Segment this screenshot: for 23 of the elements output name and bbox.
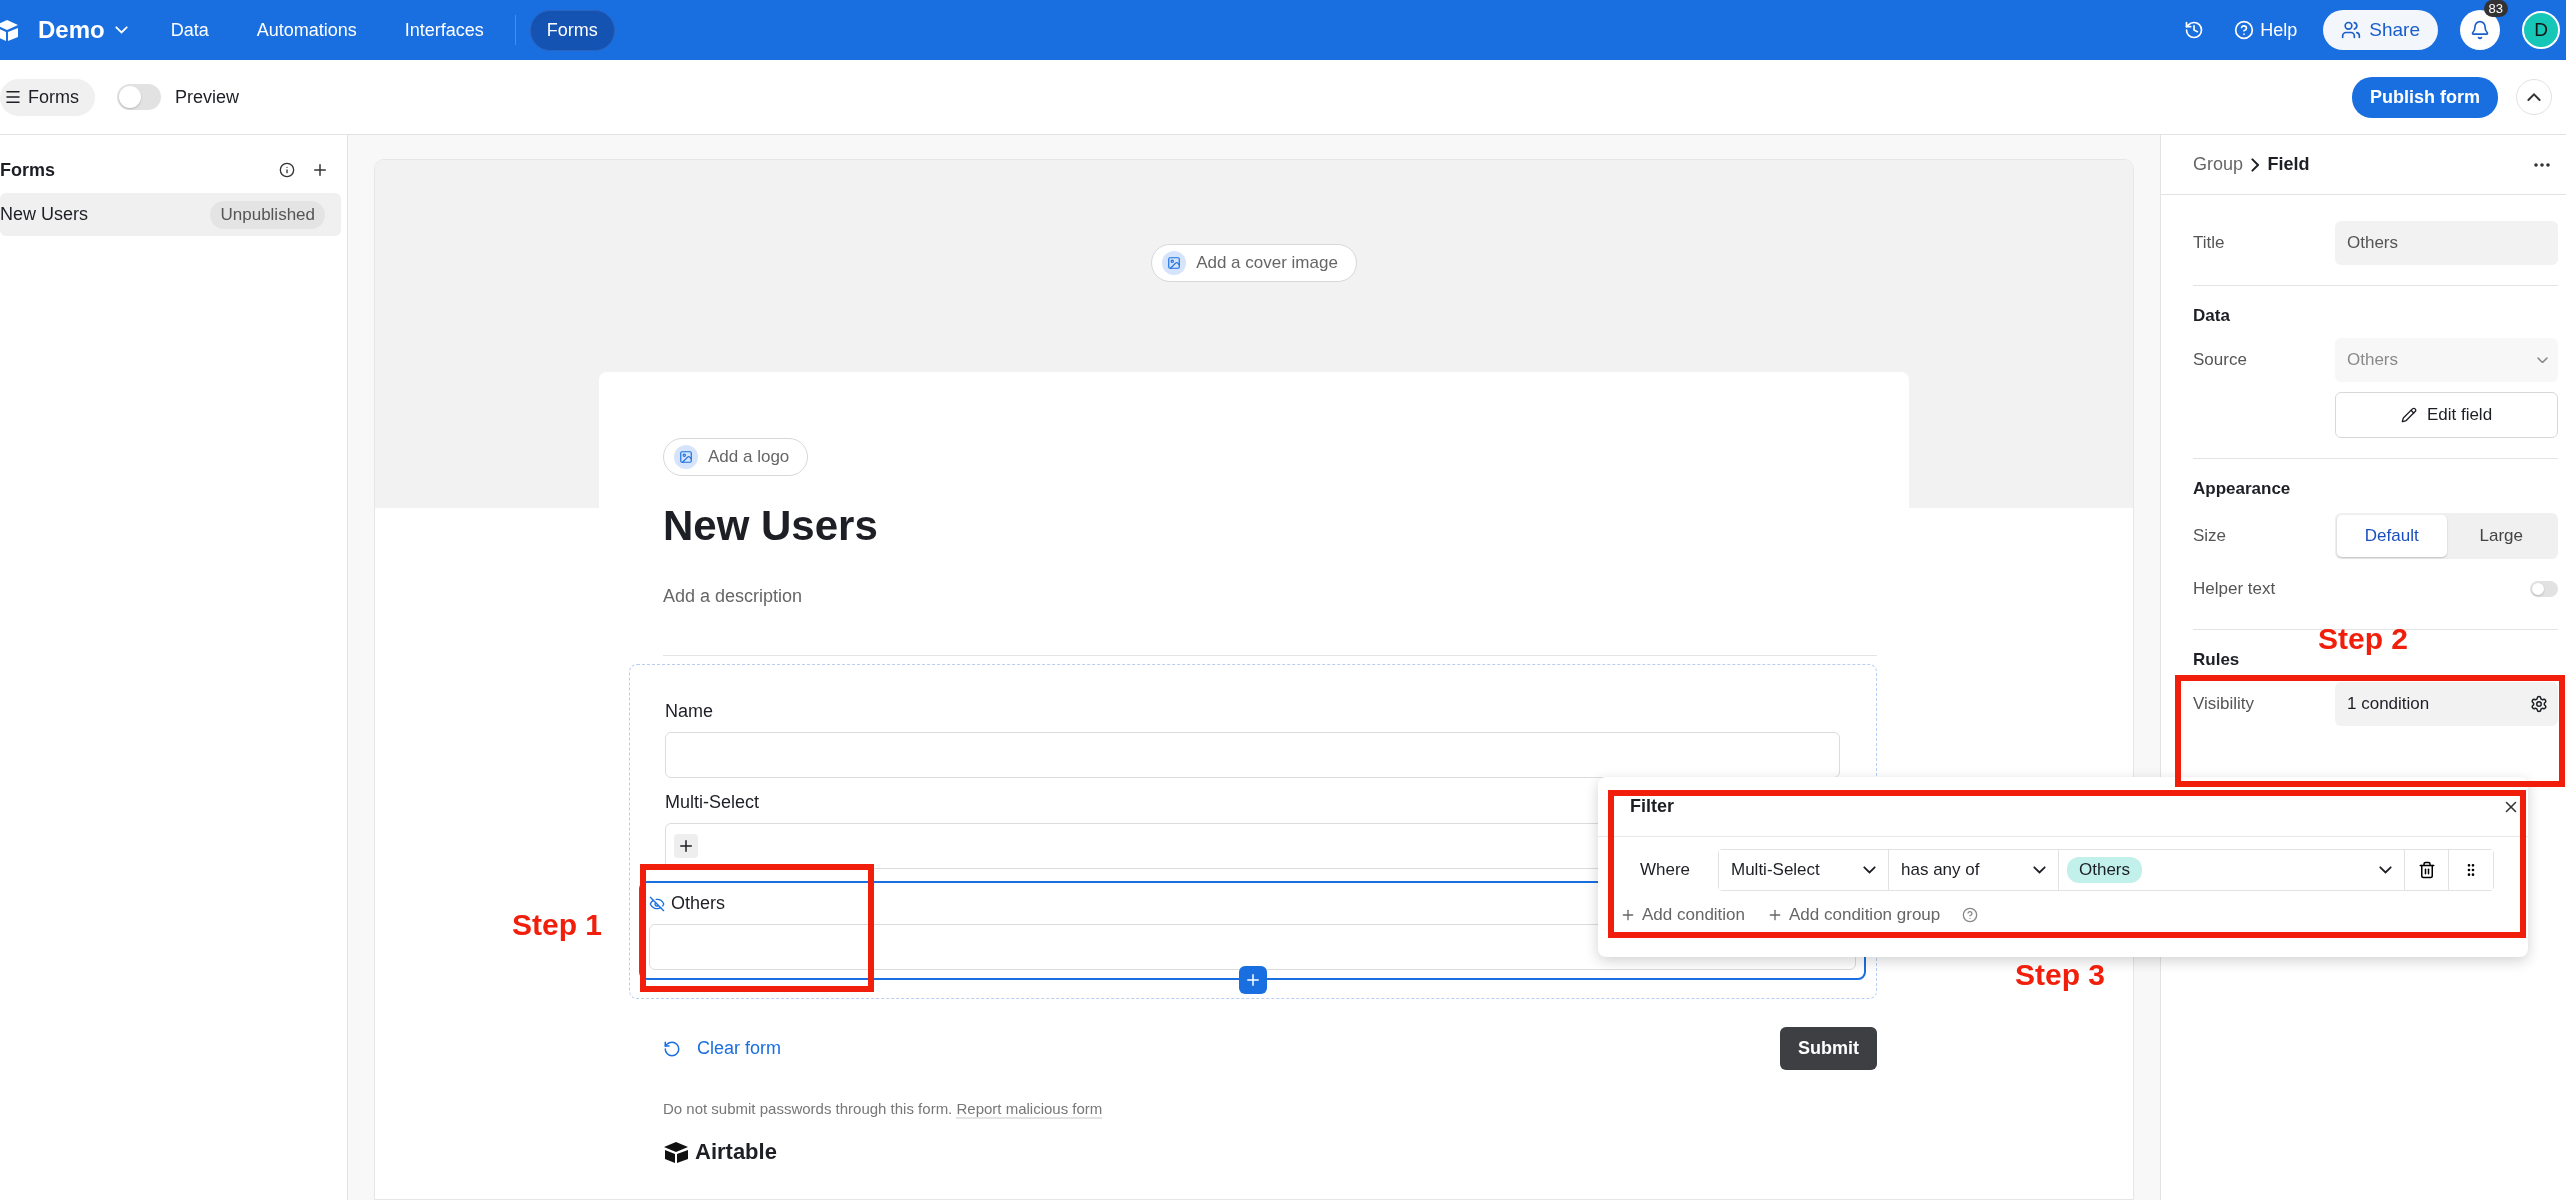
field-label: Name bbox=[665, 701, 713, 722]
visibility-label: Visibility bbox=[2193, 694, 2256, 714]
data-heading: Data bbox=[2193, 306, 2231, 326]
brand-name: Airtable bbox=[695, 1139, 777, 1165]
field-label: Multi-Select bbox=[665, 792, 760, 813]
step-annotation: Step 1 bbox=[512, 908, 603, 942]
step-annotation: Step 3 bbox=[2015, 958, 2106, 992]
option-tag: Others bbox=[2067, 857, 2143, 883]
step-annotation: Step 2 bbox=[2318, 622, 2409, 656]
source-label: Source bbox=[2193, 350, 2248, 370]
breadcrumb-item: Field bbox=[2267, 154, 2310, 175]
appearance-heading: Appearance bbox=[2193, 479, 2292, 499]
preview-label: Preview bbox=[175, 86, 240, 108]
where-label: Where bbox=[1640, 860, 1692, 880]
field-label: Others bbox=[671, 893, 726, 914]
notification-count: 83 bbox=[2483, 0, 2508, 17]
title-label: Title bbox=[2193, 233, 2226, 253]
filter-title: Filter bbox=[1630, 796, 1675, 817]
size-label: Size bbox=[2193, 526, 2228, 546]
rules-heading: Rules bbox=[2193, 650, 2241, 670]
disclaimer-text: Do not submit passwords through this form. Report malicious form bbox=[663, 1100, 1104, 1117]
sidebar-title: Forms bbox=[0, 159, 56, 181]
helper-text-label: Helper text bbox=[2193, 579, 2277, 599]
